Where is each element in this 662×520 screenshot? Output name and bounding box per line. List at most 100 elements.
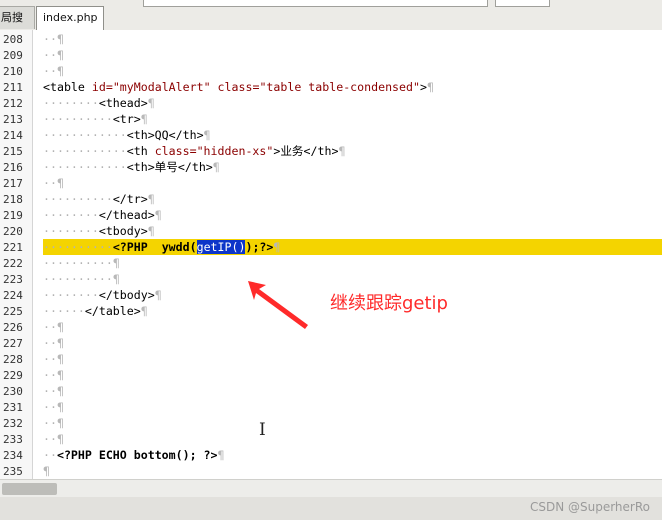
code-line[interactable]: 214 ············<th>QQ</th>¶ [0, 127, 662, 143]
code-token: ·········· [43, 112, 113, 126]
code-line[interactable]: 210 ··¶ [0, 63, 662, 79]
line-number: 232 [3, 417, 23, 430]
code-token: </thead> [98, 208, 155, 222]
code-text: ··¶ [43, 176, 64, 191]
code-token: ¶ [56, 400, 64, 414]
code-token: ·· [43, 48, 57, 62]
code-text: ······</table>¶ [43, 304, 148, 319]
code-line[interactable]: 212 ········<thead>¶ [0, 95, 662, 111]
code-token: <tbody> [98, 224, 148, 238]
code-line[interactable]: 217 ··¶ [0, 175, 662, 191]
tab-index-php[interactable]: index.php [36, 6, 104, 30]
code-text: ··········<?PHP ywdd(getIP());?>¶ [43, 240, 280, 255]
code-text: ············<th>QQ</th>¶ [43, 128, 211, 143]
code-line[interactable]: 227 ··¶ [0, 335, 662, 351]
code-text: ··¶ [43, 416, 64, 431]
code-token: ¶ [212, 160, 220, 174]
code-line[interactable]: 233 ··¶ [0, 431, 662, 447]
line-number: 222 [3, 257, 23, 270]
line-number: 229 [3, 369, 23, 382]
search-box[interactable] [143, 0, 488, 7]
code-text: ··········<tr>¶ [43, 112, 148, 127]
code-token: "myModalAlert" [112, 80, 211, 94]
code-line[interactable]: 211 <table id="myModalAlert" class="table… [0, 79, 662, 95]
horizontal-scrollbar[interactable] [0, 479, 662, 497]
tab-search[interactable]: 局搜索 [0, 6, 35, 46]
line-number: 233 [3, 433, 23, 446]
code-token: >业务</th> [273, 144, 339, 158]
line-number: 234 [3, 449, 23, 462]
toolbar-button[interactable] [495, 0, 550, 7]
code-token: <th [126, 144, 155, 158]
selected-text: getIP() [196, 240, 246, 254]
line-number: 226 [3, 321, 23, 334]
code-line[interactable]: 222 ··········¶ [0, 255, 662, 271]
code-token: <?PHP ECHO [56, 448, 134, 462]
code-line[interactable]: 213 ··········<tr>¶ [0, 111, 662, 127]
code-text: ··········¶ [43, 256, 120, 271]
code-line[interactable]: 219 ········</thead>¶ [0, 207, 662, 223]
code-line[interactable]: 208 ··¶ [0, 31, 662, 47]
code-line[interactable]: 232 ··¶ [0, 415, 662, 431]
line-number: 228 [3, 353, 23, 366]
line-number: 218 [3, 193, 23, 206]
tab-bar: 局搜索 index.php [0, 0, 662, 46]
code-token: ¶ [56, 384, 64, 398]
code-token: ·· [43, 320, 57, 334]
code-token: ········ [43, 96, 99, 110]
code-token: ¶ [273, 240, 281, 254]
code-token: ywdd( [161, 240, 197, 254]
code-line[interactable]: 220 ········<tbody>¶ [0, 223, 662, 239]
code-line[interactable]: 229 ··¶ [0, 367, 662, 383]
code-line[interactable]: 221 ··········<?PHP ywdd(getIP());?>¶ [0, 239, 662, 255]
code-token: "table table-condensed" [259, 80, 420, 94]
code-line[interactable]: 218 ··········</tr>¶ [0, 191, 662, 207]
line-number: 223 [3, 273, 23, 286]
code-token: <th>单号</th> [126, 160, 213, 174]
code-token: ¶ [56, 320, 64, 334]
line-number: 210 [3, 65, 23, 78]
code-line[interactable]: 231 ··¶ [0, 399, 662, 415]
line-number: 221 [3, 241, 23, 254]
code-text: ··¶ [43, 48, 64, 63]
code-token: ·· [43, 352, 57, 366]
code-token: );?> [245, 240, 274, 254]
code-token: </tr> [112, 192, 148, 206]
code-token: ¶ [56, 368, 64, 382]
code-line[interactable]: 209 ··¶ [0, 47, 662, 63]
scrollbar-thumb[interactable] [2, 483, 57, 495]
code-text: ········</tbody>¶ [43, 288, 162, 303]
code-editor[interactable]: 208 ··¶ 209 ··¶ 210 ··¶ 211 <table id="myModalA… [0, 30, 662, 479]
code-text: ··¶ [43, 400, 64, 415]
line-number: 225 [3, 305, 23, 318]
code-line[interactable]: 228 ··¶ [0, 351, 662, 367]
code-token: ¶ [56, 64, 64, 78]
code-token: ¶ [140, 304, 148, 318]
code-token: <?PHP [112, 240, 162, 254]
code-line[interactable]: 215 ············<th class="hidden-xs">业务<… [0, 143, 662, 159]
code-token: <thead> [98, 96, 148, 110]
code-token: ·· [43, 416, 57, 430]
code-line[interactable]: 234 ··<?PHP ECHO bottom(); ?>¶ [0, 447, 662, 463]
code-line[interactable]: 230 ··¶ [0, 383, 662, 399]
code-token: ·· [43, 336, 57, 350]
code-token: ············ [43, 128, 127, 142]
code-line[interactable]: 226 ··¶ [0, 319, 662, 335]
code-text: ¶ [43, 464, 50, 479]
line-number: 224 [3, 289, 23, 302]
watermark: CSDN @SuperherRo [529, 500, 650, 514]
code-token: ¶ [147, 192, 155, 206]
code-line[interactable]: 235 ¶ [0, 463, 662, 479]
code-token: > [419, 80, 427, 94]
code-line[interactable]: 216 ············<th>单号</th>¶ [0, 159, 662, 175]
line-number: 214 [3, 129, 23, 142]
code-text: ··¶ [43, 336, 64, 351]
code-text: ············<th>单号</th>¶ [43, 160, 220, 175]
code-line[interactable]: 223 ··········¶ [0, 271, 662, 287]
code-token: ¶ [43, 464, 50, 478]
code-token: ·· [43, 448, 57, 462]
code-text: ··¶ [43, 352, 64, 367]
code-token: ·· [43, 64, 57, 78]
line-number: 231 [3, 401, 23, 414]
code-token: ¶ [338, 144, 346, 158]
